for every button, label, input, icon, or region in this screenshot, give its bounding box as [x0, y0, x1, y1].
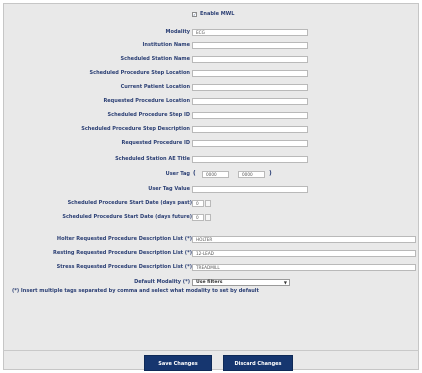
scheduled-station-ae-title-input[interactable]: [192, 156, 308, 163]
sps-id-label: Scheduled Procedure Step ID: [107, 112, 190, 118]
modality-input[interactable]: ECG: [192, 29, 308, 36]
stress-description-input[interactable]: TREADMILL: [192, 264, 416, 271]
sps-description-input[interactable]: [192, 126, 308, 133]
requested-procedure-id-input[interactable]: [192, 140, 308, 147]
current-patient-location-input[interactable]: [192, 84, 308, 91]
sps-location-input[interactable]: [192, 70, 308, 77]
start-date-future-spinner[interactable]: [205, 214, 211, 221]
default-modality-value: Use filters: [196, 280, 223, 285]
start-date-past-label: Scheduled Procedure Start Date (days pas…: [67, 200, 192, 206]
chevron-down-icon: ▼: [283, 280, 287, 285]
requested-procedure-id-label: Requested Procedure ID: [121, 140, 190, 146]
user-tag-group-input[interactable]: 0000: [202, 171, 229, 178]
save-changes-button[interactable]: Save Changes: [144, 355, 212, 371]
scheduled-station-name-input[interactable]: [192, 56, 308, 63]
scheduled-station-ae-title-label: Scheduled Station AE Title: [115, 156, 190, 162]
requested-procedure-location-label: Requested Procedure Location: [103, 98, 190, 104]
start-date-future-label: Scheduled Procedure Start Date (days fut…: [62, 214, 192, 220]
start-date-future-input[interactable]: 0: [192, 214, 204, 221]
institution-name-label: Institution Name: [142, 42, 190, 48]
institution-name-input[interactable]: [192, 42, 308, 49]
sps-description-label: Scheduled Procedure Step Description: [81, 126, 190, 132]
requested-procedure-location-input[interactable]: [192, 98, 308, 105]
default-modality-select[interactable]: Use filters ▼: [192, 279, 290, 286]
scheduled-station-name-label: Scheduled Station Name: [120, 56, 190, 62]
enable-mwl-checkbox[interactable]: ✓: [192, 12, 197, 17]
tags-help-note: (*) Insert multiple tags separated by co…: [12, 288, 259, 294]
user-tag-close-paren: ): [269, 170, 272, 177]
default-modality-label: Default Modality (*): [134, 279, 190, 285]
user-tag-label: User Tag: [165, 171, 190, 177]
holter-description-label: Holter Requested Procedure Description L…: [56, 236, 192, 242]
sps-location-label: Scheduled Procedure Step Location: [89, 70, 191, 76]
modality-label: Modality: [165, 29, 190, 35]
footer-divider: [3, 350, 419, 351]
user-tag-open-paren: (: [193, 170, 196, 177]
sps-id-input[interactable]: [192, 112, 308, 119]
resting-description-input[interactable]: 12-LEAD: [192, 250, 416, 257]
current-patient-location-label: Current Patient Location: [120, 84, 190, 90]
discard-changes-button[interactable]: Discard Changes: [223, 355, 293, 371]
stress-description-label: Stress Requested Procedure Description L…: [56, 264, 192, 270]
enable-mwl-label: Enable MWL: [200, 11, 235, 17]
user-tag-element-input[interactable]: 0000: [238, 171, 265, 178]
start-date-past-input[interactable]: 0: [192, 200, 204, 207]
holter-description-input[interactable]: HOLTER: [192, 236, 416, 243]
resting-description-label: Resting Requested Procedure Description …: [53, 250, 192, 256]
user-tag-value-input[interactable]: [192, 186, 308, 193]
user-tag-value-label: User Tag Value: [148, 186, 190, 192]
start-date-past-spinner[interactable]: [205, 200, 211, 207]
